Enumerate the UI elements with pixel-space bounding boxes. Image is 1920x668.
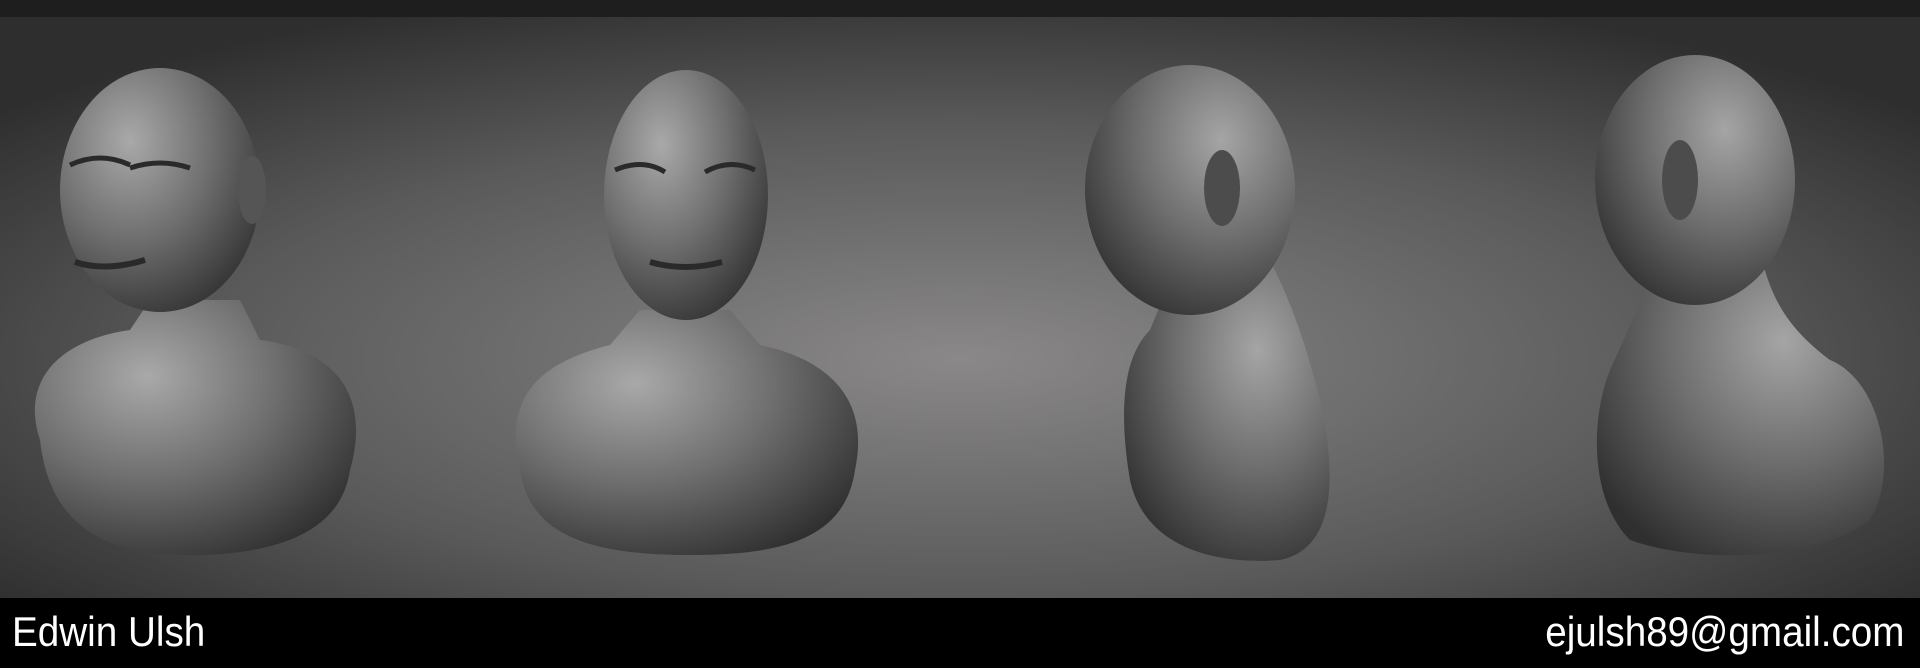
top-strip (0, 0, 1920, 17)
footer-bar: Edwin Ulsh ejulsh89@gmail.com (0, 598, 1920, 668)
portfolio-render-sheet: Edwin Ulsh ejulsh89@gmail.com (0, 0, 1920, 668)
artist-email: ejulsh89@gmail.com (1544, 608, 1904, 655)
artist-name: Edwin Ulsh (12, 608, 206, 655)
sculpt-render-image (0, 0, 1920, 598)
